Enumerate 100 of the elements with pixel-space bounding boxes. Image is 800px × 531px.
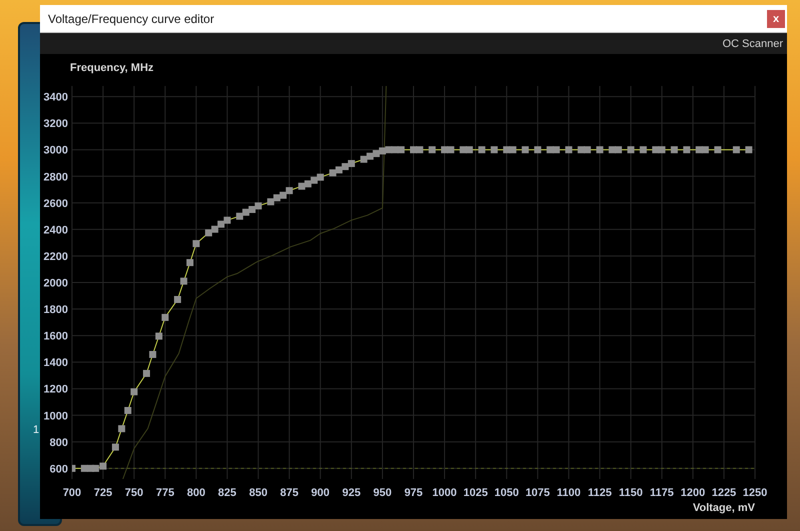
x-tick-label: 1075 <box>525 487 550 499</box>
curve-point[interactable] <box>732 146 740 154</box>
curve-point[interactable] <box>546 146 554 154</box>
y-tick-label: 3400 <box>44 92 68 104</box>
y-tick-label: 2400 <box>44 224 68 236</box>
curve-point[interactable] <box>112 444 119 451</box>
curve-point[interactable] <box>286 187 293 194</box>
curve-point[interactable] <box>652 146 660 154</box>
y-tick-label: 2200 <box>44 250 68 263</box>
x-tick-label: 1000 <box>432 487 457 499</box>
y-tick-label: 1000 <box>44 410 68 422</box>
curve-point[interactable] <box>304 180 312 188</box>
x-tick-label: 725 <box>94 487 112 499</box>
curve-point[interactable] <box>92 464 100 472</box>
x-tick-label: 900 <box>311 487 330 499</box>
x-tick-label: 825 <box>218 487 236 499</box>
curve-point[interactable] <box>267 198 274 206</box>
curve-point[interactable] <box>398 146 405 154</box>
curve-point[interactable] <box>608 146 616 154</box>
curve-point[interactable] <box>372 150 380 158</box>
curve-point[interactable] <box>186 259 194 266</box>
x-tick-label: 850 <box>249 487 268 499</box>
curve-point[interactable] <box>149 350 156 358</box>
x-tick-label: 1100 <box>556 487 581 499</box>
x-tick-label: 1175 <box>650 487 674 499</box>
curve-point[interactable] <box>236 212 244 220</box>
curve-point[interactable] <box>273 194 280 202</box>
curve-point[interactable] <box>503 146 510 154</box>
close-button[interactable]: x <box>767 10 785 28</box>
window-title: Voltage/Frequency curve editor <box>48 12 214 26</box>
x-tick-label: 1200 <box>680 487 706 499</box>
y-tick-label: 1600 <box>44 330 68 343</box>
curve-point[interactable] <box>360 156 368 163</box>
curve-point[interactable] <box>155 332 162 340</box>
curve-point[interactable] <box>316 174 324 181</box>
curve-point[interactable] <box>224 216 231 224</box>
curve-point[interactable] <box>640 146 647 154</box>
x-tick-label: 975 <box>404 487 423 499</box>
x-tick-label: 875 <box>280 487 298 499</box>
x-tick-label: 1150 <box>618 487 643 499</box>
curve-point[interactable] <box>534 146 542 154</box>
background-text: 1 <box>33 424 40 436</box>
x-tick-label: 700 <box>62 487 82 499</box>
curve-point[interactable] <box>118 425 126 432</box>
curve-point[interactable] <box>329 169 336 176</box>
curve-point[interactable] <box>248 206 256 213</box>
curve-point[interactable] <box>254 202 262 210</box>
curve-point[interactable] <box>280 192 287 199</box>
curve-point[interactable] <box>627 146 634 154</box>
x-tick-label: 950 <box>373 487 392 499</box>
curve-point[interactable] <box>100 462 107 470</box>
y-tick-label: 1400 <box>44 357 68 370</box>
curve-point[interactable] <box>72 464 76 472</box>
y-tick-label: 2600 <box>44 198 68 210</box>
curve-point[interactable] <box>298 182 306 190</box>
curve-point[interactable] <box>683 146 690 154</box>
curve-point[interactable] <box>714 146 722 154</box>
y-tick-label: 3000 <box>44 144 68 157</box>
curve-point[interactable] <box>242 208 250 216</box>
curve-point[interactable] <box>174 296 182 303</box>
oc-scanner-button[interactable]: OC Scanner <box>722 38 783 50</box>
curve-point[interactable] <box>460 146 467 154</box>
y-tick-label: 1200 <box>44 384 68 396</box>
curve-point[interactable] <box>143 370 150 377</box>
y-tick-label: 600 <box>50 463 68 476</box>
curve-point[interactable] <box>441 146 448 154</box>
curve-point[interactable] <box>696 146 703 154</box>
curve-point[interactable] <box>490 146 498 154</box>
curve-point[interactable] <box>124 407 132 414</box>
x-tick-label: 775 <box>156 487 174 499</box>
curve-point[interactable] <box>192 240 200 248</box>
y-tick-label: 2000 <box>44 278 68 290</box>
curve-point[interactable] <box>348 160 355 168</box>
curve-point[interactable] <box>211 226 218 233</box>
curve-point[interactable] <box>218 220 225 228</box>
curve-point[interactable] <box>428 146 436 154</box>
x-axis-label: Voltage, mV <box>692 502 755 514</box>
y-tick-label: 3200 <box>44 118 68 130</box>
x-tick-label: 1225 <box>712 487 736 499</box>
curve-point[interactable] <box>180 278 188 285</box>
curve-point[interactable] <box>336 166 342 174</box>
curve-point[interactable] <box>416 146 424 154</box>
curve-point[interactable] <box>342 163 349 170</box>
x-tick-label: 1125 <box>588 487 612 499</box>
x-tick-label: 925 <box>342 487 361 499</box>
curve-point[interactable] <box>80 464 88 472</box>
curve-point[interactable] <box>366 152 374 160</box>
x-tick-label: 1025 <box>463 487 488 499</box>
curve-point[interactable] <box>745 146 752 154</box>
y-tick-label: 1800 <box>44 304 68 316</box>
x-tick-label: 750 <box>124 487 144 499</box>
curve-point[interactable] <box>596 146 604 154</box>
curve-point[interactable] <box>162 314 169 321</box>
curve-point[interactable] <box>522 146 529 154</box>
x-tick-label: 800 <box>187 487 206 499</box>
curve-point[interactable] <box>565 146 572 154</box>
curve-point[interactable] <box>478 146 486 154</box>
curve-point[interactable] <box>670 146 678 154</box>
curve-point[interactable] <box>578 146 585 154</box>
x-tick-label: 1050 <box>494 487 519 499</box>
